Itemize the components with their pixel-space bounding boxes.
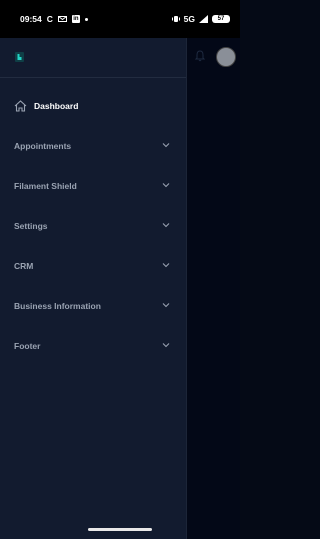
mail-icon [57,16,67,22]
linkedin-icon: in [71,15,80,23]
sidebar-item-settings[interactable]: Settings [0,206,186,246]
status-time: 09:54 [20,14,42,24]
sidebar-item-label: Appointments [14,141,72,151]
chevron-down-icon [162,183,170,188]
sidebar-item-label: Settings [14,221,48,231]
home-icon [14,100,27,112]
chevron-down-icon [162,143,170,148]
sidebar-item-footer[interactable]: Footer [0,326,186,366]
sidebar-item-label: Filament Shield [14,181,77,191]
notification-dot-icon [84,17,88,21]
avatar[interactable] [216,47,236,67]
brand-logo-icon[interactable] [15,52,24,62]
sidebar-item-dashboard[interactable]: Dashboard [0,86,186,126]
chevron-down-icon [162,223,170,228]
sidebar-item-label: CRM [14,261,34,271]
vibrate-icon [171,15,180,23]
sidebar-drawer: Dashboard Appointments Filament Shield S… [0,38,187,539]
battery-icon: 57 [212,15,230,23]
home-indicator[interactable] [88,528,152,531]
network-label: 5G [183,14,195,24]
sidebar-item-label: Dashboard [34,101,79,111]
sidebar-item-label: Footer [14,341,41,351]
c-icon: C [46,14,53,24]
sidebar-item-appointments[interactable]: Appointments [0,126,186,166]
sidebar-item-crm[interactable]: CRM [0,246,186,286]
status-bar: 09:54 C in 5G 57 [0,0,240,38]
sidebar-item-label: Business Information [14,301,101,311]
drawer-header [0,38,186,78]
chevron-down-icon [162,263,170,268]
bell-icon[interactable] [195,50,205,62]
sidebar-item-business-information[interactable]: Business Information [0,286,186,326]
sidebar-item-filament-shield[interactable]: Filament Shield [0,166,186,206]
chevron-down-icon [162,343,170,348]
signal-icon [199,15,208,23]
sidebar-nav: Dashboard Appointments Filament Shield S… [0,86,186,366]
drawer-backdrop[interactable] [187,38,240,539]
chevron-down-icon [162,303,170,308]
